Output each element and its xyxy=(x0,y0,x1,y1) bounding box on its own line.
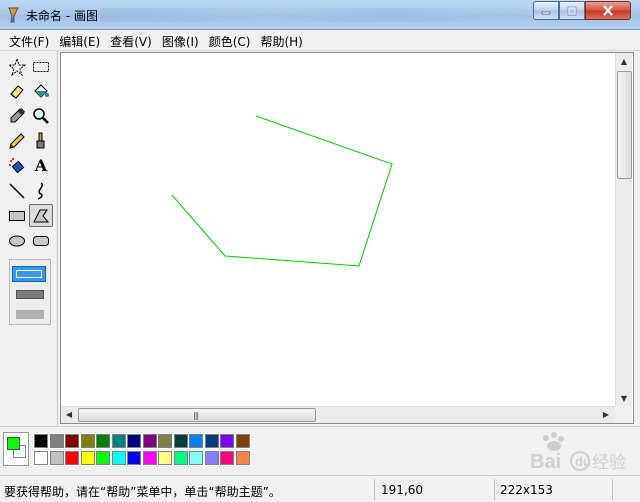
horizontal-scroll-thumb[interactable]: ||| xyxy=(78,408,316,422)
paw-toe-3 xyxy=(558,436,564,442)
canvas-size: 222x153 xyxy=(500,483,553,497)
palette-swatch[interactable] xyxy=(110,450,127,466)
palette-swatch[interactable] xyxy=(219,450,235,466)
foreground-color-swatch xyxy=(7,437,20,450)
palette-swatch[interactable] xyxy=(188,433,204,449)
svg-text:du: du xyxy=(575,454,591,469)
watermark-brand: Bai xyxy=(530,451,561,473)
paw-toe-2 xyxy=(551,432,557,438)
palette-swatch[interactable] xyxy=(33,450,49,466)
palette-swatch[interactable] xyxy=(48,450,65,466)
status-separator xyxy=(374,479,375,500)
status-separator xyxy=(494,479,495,500)
palette-swatch[interactable] xyxy=(157,450,173,466)
watermark-suffix: 经验 xyxy=(592,453,626,473)
palette-swatch[interactable] xyxy=(95,433,111,449)
cursor-coordinates: 191,60 xyxy=(381,483,423,497)
scroll-up-icon[interactable]: ▲ xyxy=(616,54,632,70)
palette-swatch[interactable] xyxy=(141,433,158,449)
palette-swatch[interactable] xyxy=(219,433,235,449)
palette-swatch[interactable] xyxy=(172,433,189,449)
status-bar: 要获得帮助，请在“帮助”菜单中，单击“帮助主题”。 191,60 222x153 xyxy=(0,475,640,502)
vertical-scroll-thumb[interactable] xyxy=(617,71,632,179)
palette-swatch[interactable] xyxy=(79,450,96,466)
palette-swatch[interactable] xyxy=(110,433,127,449)
scroll-corner xyxy=(615,406,632,423)
horizontal-scrollbar[interactable]: ◀ ||| ▶ xyxy=(61,406,615,423)
current-colors-indicator[interactable] xyxy=(3,432,29,466)
palette-swatch[interactable] xyxy=(234,433,251,449)
status-separator xyxy=(612,479,613,500)
palette-swatch[interactable] xyxy=(33,433,49,449)
palette-swatch[interactable] xyxy=(234,450,251,466)
palette-swatch[interactable] xyxy=(203,433,220,449)
paw-toe-1 xyxy=(543,435,549,441)
palette-swatch[interactable] xyxy=(188,450,204,466)
scroll-left-icon[interactable]: ◀ xyxy=(61,407,77,423)
scroll-down-icon[interactable]: ▼ xyxy=(616,391,632,407)
vertical-scrollbar[interactable]: ▲ ▼ xyxy=(615,53,632,408)
scroll-grip-icon: ||| xyxy=(193,411,199,420)
status-message: 要获得帮助，请在“帮助”菜单中，单击“帮助主题”。 xyxy=(4,485,281,499)
palette-swatch[interactable] xyxy=(95,450,111,466)
baidu-watermark: Bai du 经验 xyxy=(530,432,626,473)
palette-swatch[interactable] xyxy=(126,450,142,466)
scroll-right-icon[interactable]: ▶ xyxy=(598,407,614,423)
drawing-canvas[interactable] xyxy=(0,0,614,406)
palette-swatch[interactable] xyxy=(126,433,142,449)
palette-swatch[interactable] xyxy=(203,450,220,466)
green-polyline xyxy=(171,115,393,267)
palette-swatch[interactable] xyxy=(48,433,65,449)
palette-swatch[interactable] xyxy=(141,450,158,466)
palette-swatch[interactable] xyxy=(64,433,80,449)
palette-swatch[interactable] xyxy=(157,433,173,449)
palette-swatch[interactable] xyxy=(64,450,80,466)
palette-swatch[interactable] xyxy=(79,433,96,449)
paw-pad xyxy=(547,441,561,451)
palette-swatch[interactable] xyxy=(172,450,189,466)
